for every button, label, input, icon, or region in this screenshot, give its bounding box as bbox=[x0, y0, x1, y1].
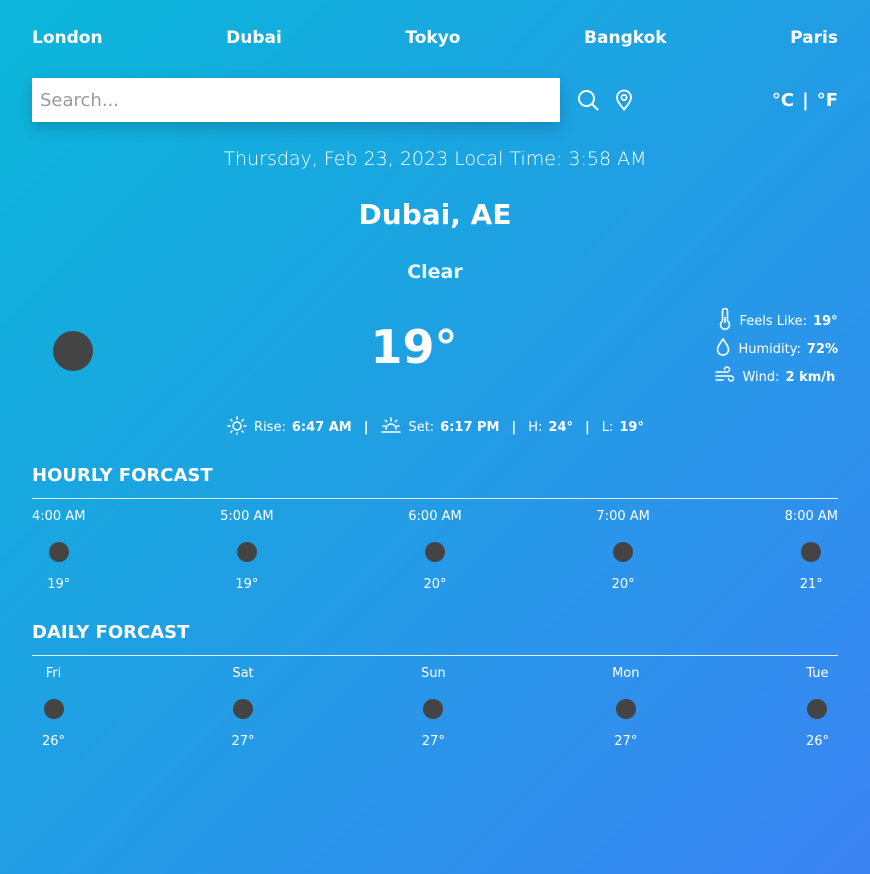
high-value: 24° bbox=[548, 419, 573, 435]
feels-like-label: Feels Like: bbox=[739, 313, 808, 329]
separator: | bbox=[511, 419, 517, 435]
weather-icon bbox=[615, 699, 636, 719]
daily-item: Sat 27° bbox=[231, 665, 254, 751]
daily-day: Sun bbox=[420, 666, 446, 681]
daily-item: Tue 26° bbox=[806, 665, 829, 751]
daily-item: Mon 27° bbox=[612, 665, 639, 751]
high-label: H: bbox=[528, 419, 543, 435]
hourly-temp: 21° bbox=[799, 577, 823, 592]
search-icon[interactable] bbox=[576, 88, 600, 112]
hourly-item: 8:00 AM 21° bbox=[785, 508, 838, 594]
sunrise-value: 6:47 AM bbox=[291, 419, 352, 435]
weather-icon bbox=[423, 699, 444, 719]
humidity-value: 72% bbox=[806, 341, 838, 357]
hourly-time: 6:00 AM bbox=[408, 509, 462, 524]
daily-temp: 26° bbox=[805, 734, 829, 749]
wind-icon bbox=[714, 366, 736, 388]
hourly-time: 4:00 AM bbox=[32, 509, 86, 524]
daily-day: Tue bbox=[806, 666, 829, 681]
weather-icon bbox=[801, 542, 822, 562]
daily-forecast: Fri 26° Sat 27° Sun 27° Mon 27° Tue 26° bbox=[42, 665, 829, 751]
city-link-bangkok[interactable]: Bangkok bbox=[584, 28, 667, 48]
sunset-value: 6:17 PM bbox=[440, 419, 500, 435]
city-quick-links: London Dubai Tokyo Bangkok Paris bbox=[32, 28, 838, 48]
low-label: L: bbox=[601, 419, 614, 435]
low-value: 19° bbox=[619, 419, 644, 435]
separator: | bbox=[585, 419, 590, 435]
feels-like-value: 19° bbox=[813, 313, 838, 329]
location-pin-icon[interactable] bbox=[614, 89, 634, 111]
daily-day: Mon bbox=[612, 666, 640, 681]
droplet-icon bbox=[714, 337, 732, 361]
weather-icon bbox=[43, 699, 64, 719]
hourly-forecast: 4:00 AM 19° 5:00 AM 19° 6:00 AM 20° 7:00… bbox=[32, 508, 838, 594]
weather-icon bbox=[48, 542, 69, 562]
daily-day: Sat bbox=[232, 666, 254, 681]
weather-condition: Clear bbox=[407, 261, 463, 283]
sun-times: Rise: 6:47 AM | Set: 6:17 PM | H: 24° | … bbox=[0, 415, 870, 439]
city-link-london[interactable]: London bbox=[32, 28, 103, 48]
current-temperature: 19° bbox=[370, 320, 458, 374]
unit-toggle: °C | °F bbox=[772, 90, 838, 111]
daily-temp: 27° bbox=[231, 734, 255, 749]
search-input[interactable] bbox=[32, 78, 560, 122]
weather-icon bbox=[232, 699, 253, 719]
separator: | bbox=[363, 419, 369, 435]
unit-separator: | bbox=[802, 89, 809, 111]
daily-temp: 26° bbox=[42, 734, 66, 749]
location-title: Dubai, AE bbox=[358, 198, 512, 231]
sunrise-icon bbox=[226, 415, 248, 439]
hourly-item: 5:00 AM 19° bbox=[220, 508, 273, 594]
sunset-label: Set: bbox=[408, 419, 435, 435]
hourly-item: 6:00 AM 20° bbox=[408, 508, 461, 594]
hourly-temp: 20° bbox=[611, 577, 635, 592]
hourly-temp: 19° bbox=[47, 577, 71, 592]
hourly-divider bbox=[32, 498, 838, 499]
hourly-time: 5:00 AM bbox=[220, 509, 274, 524]
wind-value: 2 km/h bbox=[785, 369, 836, 385]
daily-forecast-title: DAILY FORCAST bbox=[32, 622, 190, 643]
daily-temp: 27° bbox=[614, 734, 638, 749]
weather-icon bbox=[425, 542, 445, 562]
daily-item: Fri 26° bbox=[42, 665, 65, 751]
date-local-time: Thursday, Feb 23, 2023 Local Time: 3:58 … bbox=[223, 148, 647, 170]
hourly-forecast-title: HOURLY FORCAST bbox=[32, 465, 213, 486]
feels-like-row: Feels Like: 19° bbox=[717, 307, 838, 334]
thermometer-icon bbox=[717, 307, 733, 334]
humidity-label: Humidity: bbox=[738, 341, 801, 357]
fahrenheit-button[interactable]: °F bbox=[817, 90, 838, 111]
city-link-dubai[interactable]: Dubai bbox=[226, 28, 282, 48]
wind-label: Wind: bbox=[742, 369, 780, 385]
sunset-icon bbox=[380, 415, 402, 439]
sunrise-label: Rise: bbox=[254, 419, 286, 435]
weather-details: Feels Like: 19° Humidity: 72% Wind: 2 km… bbox=[714, 307, 838, 388]
city-link-paris[interactable]: Paris bbox=[790, 28, 838, 48]
wind-row: Wind: 2 km/h bbox=[714, 366, 835, 388]
daily-divider bbox=[32, 655, 838, 656]
hourly-time: 7:00 AM bbox=[596, 509, 650, 524]
city-link-tokyo[interactable]: Tokyo bbox=[405, 28, 460, 48]
hourly-temp: 19° bbox=[235, 577, 259, 592]
search-bar: °C | °F bbox=[32, 78, 838, 122]
daily-temp: 27° bbox=[421, 734, 445, 749]
hourly-item: 7:00 AM 20° bbox=[596, 508, 649, 594]
humidity-row: Humidity: 72% bbox=[714, 337, 838, 361]
daily-item: Sun 27° bbox=[421, 665, 446, 751]
celsius-button[interactable]: °C bbox=[772, 90, 794, 111]
hourly-temp: 20° bbox=[423, 577, 447, 592]
weather-icon bbox=[236, 542, 257, 562]
hourly-time: 8:00 AM bbox=[784, 509, 838, 524]
daily-day: Fri bbox=[45, 666, 62, 681]
weather-icon bbox=[807, 699, 828, 719]
weather-icon bbox=[613, 542, 634, 562]
hourly-item: 4:00 AM 19° bbox=[32, 508, 85, 594]
